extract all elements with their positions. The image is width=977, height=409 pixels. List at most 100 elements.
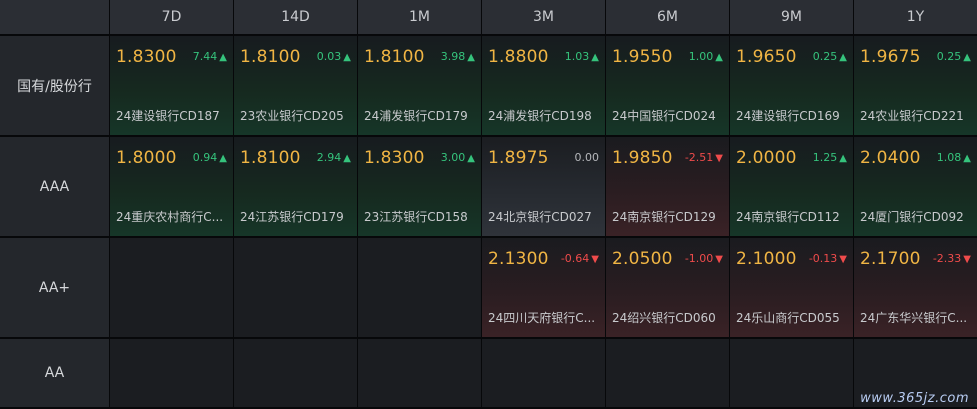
empty-quote-cell: [234, 339, 358, 409]
empty-quote-cell: [730, 339, 854, 409]
quote-cell[interactable]: 2.1700 -2.33 ▼ 24广东华兴银行C...: [854, 238, 977, 339]
empty-quote-cell: [358, 238, 482, 339]
triangle-up-icon: ▲: [715, 52, 723, 63]
quote-cell[interactable]: 1.8800 1.03 ▲ 24浦发银行CD198: [482, 36, 606, 137]
rate-value: 1.9675: [860, 47, 921, 67]
triangle-up-icon: ▲: [963, 52, 971, 63]
change-number: -2.33: [932, 252, 962, 265]
quote-cell[interactable]: 1.8975 0.00 24北京银行CD027: [482, 137, 606, 238]
quote-cell[interactable]: 1.9550 1.00 ▲ 24中国银行CD024: [606, 36, 730, 137]
change-number: -0.13: [808, 252, 838, 265]
empty-quote-cell: [234, 238, 358, 339]
quote-cell[interactable]: 1.9850 -2.51 ▼ 24南京银行CD129: [606, 137, 730, 238]
column-header-1y[interactable]: 1Y: [854, 0, 977, 36]
quote-cell[interactable]: 1.8300 3.00 ▲ 23江苏银行CD158: [358, 137, 482, 238]
change-value: 3.00 ▲: [441, 151, 475, 164]
change-number: 0.94: [192, 151, 218, 164]
change-number: 1.25: [812, 151, 838, 164]
quote-cell[interactable]: 1.8000 0.94 ▲ 24重庆农村商行C...: [110, 137, 234, 238]
triangle-down-icon: ▼: [591, 254, 599, 265]
rate-value: 2.0500: [612, 249, 673, 269]
triangle-up-icon: ▲: [219, 52, 227, 63]
quote-cell[interactable]: 1.9675 0.25 ▲ 24农业银行CD221: [854, 36, 977, 137]
quote-cell[interactable]: 2.1000 -0.13 ▼ 24乐山商行CD055: [730, 238, 854, 339]
change-number: 1.08: [936, 151, 962, 164]
triangle-up-icon: ▲: [963, 153, 971, 164]
quote-cell[interactable]: 2.0500 -1.00 ▼ 24绍兴银行CD060: [606, 238, 730, 339]
quote-cell[interactable]: 1.8100 3.98 ▲ 24浦发银行CD179: [358, 36, 482, 137]
quote-cell[interactable]: 2.0400 1.08 ▲ 24厦门银行CD092: [854, 137, 977, 238]
bond-name: 24南京银行CD129: [612, 210, 716, 224]
change-value: -1.00 ▼: [685, 252, 723, 265]
triangle-up-icon: ▲: [467, 153, 475, 164]
site-watermark: www.365jz.com: [860, 391, 969, 406]
change-number: 0.25: [936, 50, 962, 63]
rate-value: 1.9550: [612, 47, 673, 67]
change-number: -2.51: [684, 151, 714, 164]
column-header-3m[interactable]: 3M: [482, 0, 606, 36]
bond-name: 24浦发银行CD179: [364, 109, 468, 123]
empty-quote-cell: [606, 339, 730, 409]
change-value: -0.13 ▼: [809, 252, 847, 265]
change-number: 7.44: [192, 50, 218, 63]
row-label: AA+: [0, 238, 110, 339]
quote-cell[interactable]: 1.8300 7.44 ▲ 24建设银行CD187: [110, 36, 234, 137]
bond-name: 23农业银行CD205: [240, 109, 344, 123]
bond-name: 24重庆农村商行C...: [116, 210, 224, 224]
rate-value: 1.8100: [240, 148, 301, 168]
quote-cell[interactable]: 1.8100 0.03 ▲ 23农业银行CD205: [234, 36, 358, 137]
change-value: 1.25 ▲: [813, 151, 847, 164]
triangle-down-icon: ▼: [839, 254, 847, 265]
change-number: 0.03: [316, 50, 342, 63]
triangle-up-icon: ▲: [343, 52, 351, 63]
rate-value: 1.8975: [488, 148, 549, 168]
change-value: -0.64 ▼: [561, 252, 599, 265]
quote-cell[interactable]: 1.9650 0.25 ▲ 24建设银行CD169: [730, 36, 854, 137]
triangle-down-icon: ▼: [715, 153, 723, 164]
change-value: 1.03 ▲: [565, 50, 599, 63]
bond-name: 24广东华兴银行C...: [860, 311, 968, 325]
bond-name: 24北京银行CD027: [488, 210, 592, 224]
bond-name: 23江苏银行CD158: [364, 210, 468, 224]
change-value: -2.51 ▼: [685, 151, 723, 164]
corner-header: [0, 0, 110, 36]
column-header-6m[interactable]: 6M: [606, 0, 730, 36]
rate-value: 2.1700: [860, 249, 921, 269]
triangle-down-icon: ▼: [963, 254, 971, 265]
quote-cell[interactable]: 1.8100 2.94 ▲ 24江苏银行CD179: [234, 137, 358, 238]
column-header-7d[interactable]: 7D: [110, 0, 234, 36]
empty-quote-cell: [482, 339, 606, 409]
change-number: 0.00: [574, 151, 600, 164]
quote-cell[interactable]: 2.1300 -0.64 ▼ 24四川天府银行C...: [482, 238, 606, 339]
change-value: 0.25 ▲: [813, 50, 847, 63]
bond-name: 24乐山商行CD055: [736, 311, 840, 325]
rate-value: 1.8300: [364, 148, 425, 168]
change-value: 2.94 ▲: [317, 151, 351, 164]
bond-name: 24中国银行CD024: [612, 109, 716, 123]
bond-name: 24江苏银行CD179: [240, 210, 344, 224]
change-value: 0.03 ▲: [317, 50, 351, 63]
change-number: 0.25: [812, 50, 838, 63]
bond-name: 24建设银行CD187: [116, 109, 220, 123]
empty-quote-cell: [358, 339, 482, 409]
rate-value: 1.9850: [612, 148, 673, 168]
empty-quote-cell: [110, 339, 234, 409]
triangle-up-icon: ▲: [839, 153, 847, 164]
change-value: 1.08 ▲: [937, 151, 971, 164]
bond-name: 24厦门银行CD092: [860, 210, 964, 224]
change-number: 3.98: [440, 50, 466, 63]
change-value: 7.44 ▲: [193, 50, 227, 63]
rate-value: 1.8100: [240, 47, 301, 67]
triangle-up-icon: ▲: [219, 153, 227, 164]
column-header-1m[interactable]: 1M: [358, 0, 482, 36]
rate-matrix-grid: 7D 14D 1M 3M 6M 9M 1Y 国有/股份行 1.8300 7.44 ▲ 2…: [0, 0, 977, 409]
bond-name: 24南京银行CD112: [736, 210, 840, 224]
change-number: 1.00: [688, 50, 714, 63]
quote-cell[interactable]: 2.0000 1.25 ▲ 24南京银行CD112: [730, 137, 854, 238]
triangle-up-icon: ▲: [343, 153, 351, 164]
change-number: 1.03: [564, 50, 590, 63]
column-header-14d[interactable]: 14D: [234, 0, 358, 36]
column-header-9m[interactable]: 9M: [730, 0, 854, 36]
change-value: 3.98 ▲: [441, 50, 475, 63]
empty-quote-cell: [110, 238, 234, 339]
